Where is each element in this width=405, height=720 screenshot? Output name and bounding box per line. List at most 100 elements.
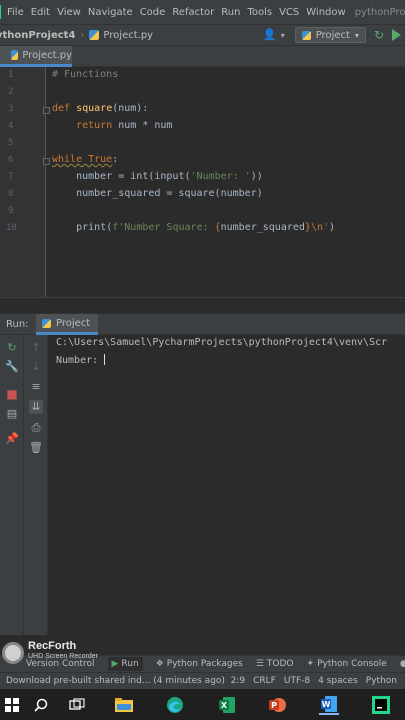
run-tab-project[interactable]: Project [36,314,99,335]
python-file-icon [89,30,100,40]
code-line-6: while True: [52,154,119,165]
run-console-output[interactable]: C:\Users\Samuel\PycharmProjects\pythonPr… [48,335,405,635]
menu-tools[interactable]: Tools [247,7,272,18]
splitter[interactable] [0,297,405,313]
pycharm-logo-icon [0,5,1,19]
menu-run[interactable]: Run [221,7,240,18]
fold-marker-icon[interactable] [43,107,50,114]
python-interpreter[interactable]: Python [366,676,397,686]
layout-icon[interactable]: ▤ [5,407,19,421]
breadcrumb-file[interactable]: Project.py [103,30,153,41]
code-line-10: print(f'Number Square: {number_squared}\… [76,222,336,233]
windows-taskbar: X P W [0,689,405,720]
wrench-icon[interactable]: 🔧 [5,360,19,374]
line-number: 2 [8,87,14,97]
caret-position[interactable]: 2:9 [231,676,245,686]
line-number: 5 [8,138,14,148]
console-prompt-text: Number: [56,355,105,366]
menu-window[interactable]: Window [306,7,345,18]
excel-icon[interactable]: X [217,695,237,715]
code-line-7: number = int(input('Number: ')) [52,171,263,182]
run-toolbar-secondary: ↑ ↓ ≡ ⇊ ⎙ 🗑 [24,335,48,635]
line-number: 7 [8,172,14,182]
tab-project-py[interactable]: Project.py [0,46,72,67]
pin-icon[interactable]: 📌 [5,432,19,446]
chevron-down-icon[interactable]: ▾ [281,31,285,40]
console-command-line: C:\Users\Samuel\PycharmProjects\pythonPr… [56,337,388,348]
menu-edit[interactable]: Edit [31,7,50,18]
edge-browser-icon[interactable] [165,695,185,715]
trash-icon[interactable]: 🗑 [29,441,43,455]
chevron-down-icon: ▾ [354,30,359,40]
todo-button[interactable]: ☰ TODO [256,659,294,669]
toolbar-right: 👤 ▾ Project ▾ ↻ [263,27,405,43]
menu-refactor[interactable]: Refactor [172,7,214,18]
menu-navigate[interactable]: Navigate [88,7,133,18]
python-file-icon [301,30,311,40]
run-icon[interactable] [392,29,401,41]
todo-label: TODO [266,659,294,669]
watermark-subtitle: UHD Screen Recorder [28,653,99,660]
python-packages-label: Python Packages [166,659,243,669]
rerun-icon[interactable]: ↻ [5,341,19,355]
text-caret [104,354,106,365]
navigation-bar: ythonProject4 › Project.py 👤 ▾ Project ▾… [0,24,405,46]
run-toolbar-primary: ↻ 🔧 ■ ▤ 📌 [0,335,24,635]
python-console-icon: ✦ [306,659,315,669]
code-line-1: # Functions [52,69,119,80]
user-icon[interactable]: 👤 [263,28,277,42]
recorder-logo-icon [2,642,24,664]
file-encoding[interactable]: UTF-8 [284,676,310,686]
code-line-3: def square(num): [52,103,149,114]
line-number: 8 [8,189,14,199]
python-console-button[interactable]: ✦ Python Console [307,659,387,669]
stop-icon[interactable]: ■ [5,387,19,401]
file-explorer-icon[interactable] [114,695,134,715]
soft-wrap-icon[interactable]: ≡ [29,380,43,394]
line-number: 1 [8,70,14,80]
print-icon[interactable]: ⎙ [29,421,43,435]
status-message[interactable]: Download pre-built shared ind... (4 minu… [6,676,231,686]
menu-bar: File Edit View Navigate Code Refactor Ru… [0,0,405,24]
word-icon[interactable]: W [319,695,339,715]
run-configuration-select[interactable]: Project ▾ [294,27,366,43]
extra-tool-button[interactable]: ● P [400,659,405,669]
line-number: 4 [8,121,14,131]
console-prompt-line[interactable]: Number: [56,354,106,366]
code-line-4: return num * num [76,120,173,131]
menu-file[interactable]: File [7,7,24,18]
code-line-8: number_squared = square(number) [52,188,263,199]
fold-marker-icon[interactable] [43,158,50,165]
windows-start-icon[interactable] [2,695,22,715]
svg-text:P: P [271,701,277,710]
python-file-icon [42,318,51,328]
rerun-icon[interactable]: ↻ [374,28,384,42]
status-bar: Download pre-built shared ind... (4 minu… [0,672,405,689]
watermark-name: RecForth [28,640,77,652]
line-separator[interactable]: CRLF [253,676,276,686]
svg-text:W: W [322,700,331,709]
arrow-down-icon[interactable]: ↓ [29,360,43,374]
window-title: pythonProj [354,6,405,18]
python-packages-button[interactable]: ❖ Python Packages [156,659,243,669]
task-view-icon[interactable] [67,695,87,715]
run-tab-label: Project [56,317,91,329]
line-number: 6 [8,155,14,165]
scroll-to-end-icon[interactable]: ⇊ [29,400,43,414]
recorder-watermark: RecForth UHD Screen Recorder [0,640,120,668]
search-icon[interactable] [31,695,51,715]
run-label: Run [121,659,139,669]
python-console-label: Python Console [317,659,387,669]
pycharm-taskbar-icon[interactable] [371,695,391,715]
menu-vcs[interactable]: VCS [279,7,299,18]
packages-icon: ❖ [155,659,164,669]
menu-code[interactable]: Code [140,7,166,18]
arrow-up-icon[interactable]: ↑ [29,341,43,355]
powerpoint-icon[interactable]: P [267,695,287,715]
todo-icon: ☰ [255,659,264,669]
breadcrumb-project[interactable]: ythonProject4 [0,30,75,41]
menu-view[interactable]: View [57,7,81,18]
editor-tabs: Project.py [0,46,405,67]
code-editor[interactable]: 1 2 3 4 5 6 7 8 9 10 # Functions def squ… [0,67,405,297]
indent-setting[interactable]: 4 spaces [318,676,358,686]
